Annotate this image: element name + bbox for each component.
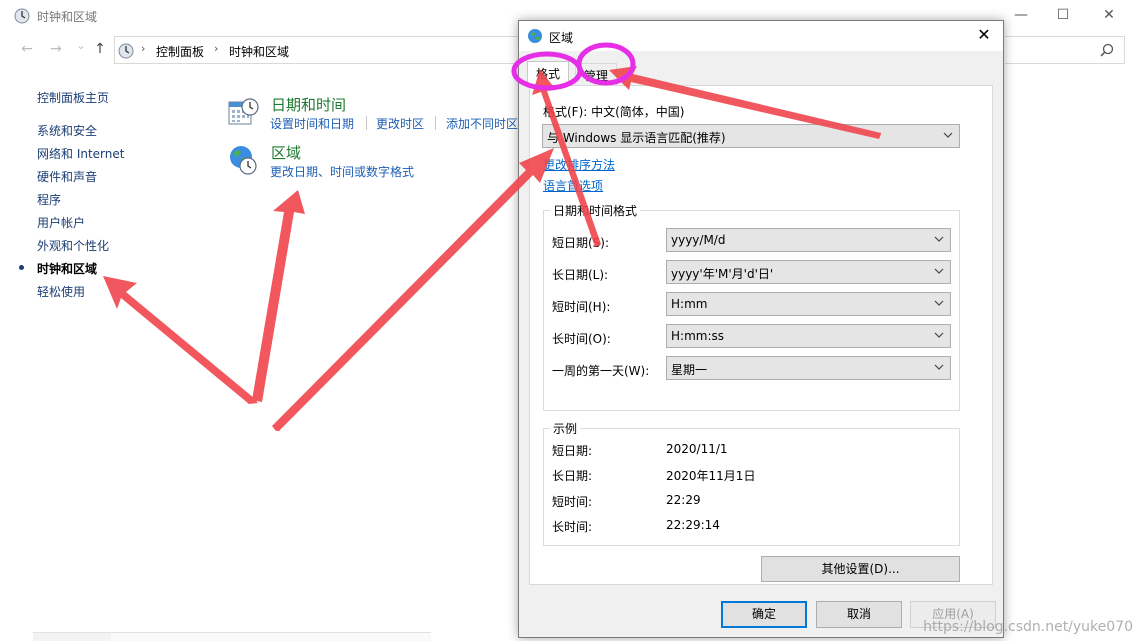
- link-divider: [435, 116, 436, 130]
- link-change-timezone[interactable]: 更改时区: [376, 115, 424, 132]
- short-time-label: 短时间(H):: [552, 300, 611, 314]
- up-button[interactable]: ↑: [91, 41, 109, 57]
- dialog-title: 区域: [549, 31, 574, 45]
- clock-globe-icon: [14, 8, 30, 24]
- cancel-button[interactable]: 取消: [816, 601, 902, 628]
- dialog-title-bar: 区域 ✕: [519, 21, 1003, 51]
- tab-format[interactable]: 格式: [527, 61, 570, 85]
- globe-clock-icon: [230, 146, 257, 175]
- recent-locations-button[interactable]: ⌄: [72, 39, 90, 52]
- tab-administrative[interactable]: 管理: [575, 63, 618, 85]
- chevron-down-icon: [943, 132, 953, 138]
- breadcrumb-clock-region[interactable]: 时钟和区域: [229, 43, 289, 60]
- example-short-time-label: 短时间:: [552, 495, 593, 509]
- first-day-of-week-label: 一周的第一天(W):: [552, 364, 650, 378]
- calendar-clock-icon: [228, 98, 259, 125]
- category-title-date-time[interactable]: 日期和时间: [271, 94, 346, 115]
- chevron-down-icon: [934, 364, 944, 370]
- breadcrumb-control-panel[interactable]: 控制面板: [156, 43, 204, 60]
- chevron-down-icon: [934, 268, 944, 274]
- datetime-format-group: 日期和时间格式 短日期(S): yyyy/M/d 长日期(L): yyyy'年'…: [543, 202, 960, 411]
- sidebar-item-hardware[interactable]: 硬件和声音: [37, 168, 97, 185]
- short-date-value: yyyy/M/d: [671, 233, 726, 247]
- chevron-down-icon: [934, 332, 944, 338]
- short-time-value: H:mm: [671, 297, 708, 311]
- examples-group-title: 示例: [550, 420, 581, 437]
- dialog-close-button[interactable]: ✕: [971, 24, 997, 48]
- link-add-clocks[interactable]: 添加不同时区: [446, 115, 518, 132]
- sidebar-item-network[interactable]: 网络和 Internet: [37, 145, 124, 162]
- sidebar-item-home[interactable]: 控制面板主页: [37, 89, 109, 106]
- close-window-button[interactable]: ✕: [1086, 4, 1132, 28]
- chevron-down-icon: [934, 300, 944, 306]
- search-box[interactable]: [1005, 36, 1125, 64]
- sidebar-item-ease-of-access[interactable]: 轻松使用: [37, 283, 85, 300]
- format-label: 格式(F): 中文(简体，中国): [543, 105, 685, 119]
- short-date-label: 短日期(S):: [552, 236, 610, 250]
- long-date-value: yyyy'年'M'月'd'日': [671, 267, 774, 281]
- change-sorting-link[interactable]: 更改排序方法: [543, 156, 615, 173]
- long-time-label: 长时间(O):: [552, 332, 611, 346]
- control-panel-icon: [118, 43, 134, 59]
- globe-icon: [528, 29, 542, 43]
- examples-group: 示例 短日期: 2020/11/1 长日期: 2020年11月1日 短时间: 2…: [543, 420, 960, 546]
- example-long-date-label: 长日期:: [552, 469, 593, 483]
- format-select[interactable]: 与 Windows 显示语言匹配(推荐): [542, 124, 960, 148]
- window-title: 时钟和区域: [37, 10, 98, 24]
- example-short-date-label: 短日期:: [552, 444, 593, 458]
- example-long-time-label: 长时间:: [552, 520, 593, 534]
- short-date-select[interactable]: yyyy/M/d: [666, 228, 951, 252]
- back-button[interactable]: ←: [18, 41, 36, 57]
- link-divider: [366, 116, 367, 130]
- sidebar-item-security[interactable]: 系统和安全: [37, 122, 97, 139]
- long-date-select[interactable]: yyyy'年'M'月'd'日': [666, 260, 951, 284]
- link-set-time-date[interactable]: 设置时间和日期: [270, 115, 354, 132]
- sidebar-item-appearance[interactable]: 外观和个性化: [37, 237, 109, 254]
- format-tab-panel: 格式(F): 中文(简体，中国) 与 Windows 显示语言匹配(推荐) 更改…: [529, 85, 993, 585]
- link-change-formats[interactable]: 更改日期、时间或数字格式: [270, 163, 414, 180]
- datetime-group-title: 日期和时间格式: [550, 202, 641, 219]
- breadcrumb-separator: ›: [141, 42, 146, 55]
- long-time-select[interactable]: H:mm:ss: [666, 324, 951, 348]
- short-time-select[interactable]: H:mm: [666, 292, 951, 316]
- format-select-value: 与 Windows 显示语言匹配(推荐): [547, 131, 726, 145]
- long-time-value: H:mm:ss: [671, 329, 724, 343]
- first-day-of-week-select[interactable]: 星期一: [666, 356, 951, 380]
- region-dialog: 区域 ✕ 格式 管理 格式(F): 中文(简体，中国) 与 Windows 显示…: [518, 20, 1004, 638]
- category-title-region[interactable]: 区域: [271, 142, 301, 163]
- breadcrumb-separator: ›: [214, 42, 219, 55]
- example-short-date-value: 2020/11/1: [666, 442, 728, 456]
- other-settings-button[interactable]: 其他设置(D)...: [761, 556, 960, 582]
- sidebar-item-clock-region[interactable]: 时钟和区域: [37, 260, 97, 277]
- address-bar[interactable]: › 控制面板 › 时钟和区域: [114, 36, 524, 64]
- example-long-time-value: 22:29:14: [666, 518, 720, 532]
- long-date-label: 长日期(L):: [552, 268, 609, 282]
- watermark: https://blog.csdn.net/yuke070: [923, 619, 1133, 635]
- ok-button[interactable]: 确定: [721, 601, 807, 628]
- first-day-of-week-value: 星期一: [671, 363, 708, 377]
- sidebar-item-programs[interactable]: 程序: [37, 191, 61, 208]
- minimize-button[interactable]: —: [998, 4, 1044, 28]
- chevron-down-icon: [934, 236, 944, 242]
- forward-button[interactable]: →: [47, 41, 65, 57]
- sidebar-item-accounts[interactable]: 用户帐户: [37, 214, 85, 231]
- example-long-date-value: 2020年11月1日: [666, 469, 756, 483]
- example-short-time-value: 22:29: [666, 493, 701, 507]
- active-bullet: [19, 265, 24, 270]
- search-icon: [1100, 43, 1114, 57]
- language-preferences-link[interactable]: 语言首选项: [543, 177, 603, 194]
- maximize-button[interactable]: ☐: [1040, 4, 1086, 28]
